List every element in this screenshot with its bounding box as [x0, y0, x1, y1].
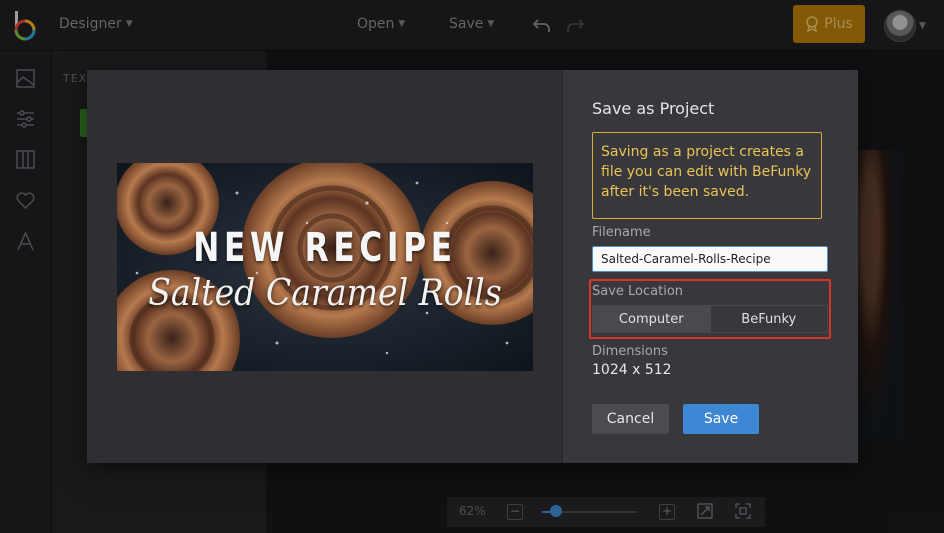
cancel-button[interactable]: Cancel	[592, 404, 669, 434]
preview-subtitle: Salted Caramel Rolls	[148, 273, 502, 314]
dimensions-value: 1024 x 512	[592, 362, 672, 378]
save-form-pane: Save as Project Saving as a project crea…	[563, 70, 858, 463]
preview-headline: NEW RECIPE	[193, 225, 457, 271]
project-info-notice: Saving as a project creates a file you c…	[592, 132, 822, 219]
save-location-label: Save Location	[592, 284, 684, 299]
save-location-toggle: Computer BeFunky	[592, 305, 828, 333]
filename-label: Filename	[592, 225, 651, 240]
dialog-title: Save as Project	[592, 99, 715, 118]
save-location-befunky[interactable]: BeFunky	[709, 306, 827, 332]
project-preview-image: NEW RECIPE Salted Caramel Rolls	[117, 163, 533, 371]
save-location-computer[interactable]: Computer	[593, 306, 710, 332]
preview-pane: NEW RECIPE Salted Caramel Rolls	[87, 70, 562, 463]
save-as-project-dialog: NEW RECIPE Salted Caramel Rolls Save as …	[87, 70, 858, 463]
filename-input[interactable]	[592, 246, 828, 272]
save-button[interactable]: Save	[683, 404, 759, 434]
dimensions-label: Dimensions	[592, 344, 668, 359]
